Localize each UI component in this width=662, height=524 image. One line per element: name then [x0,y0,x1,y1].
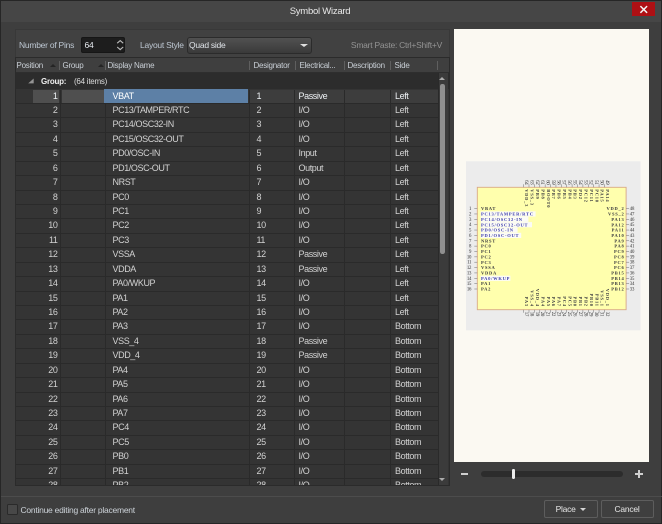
svg-text:VSS_1: VSS_1 [600,290,605,307]
svg-text:PB8: PB8 [540,189,545,199]
svg-text:PC0: PC0 [481,243,492,248]
svg-text:VDDA: VDDA [481,270,497,275]
svg-text:PA3: PA3 [524,296,529,306]
svg-text:PA8: PA8 [614,243,624,248]
svg-text:PC12: PC12 [583,189,588,203]
svg-text:PC13/TAMPER/RTC: PC13/TAMPER/RTC [481,211,534,216]
svg-text:PC7: PC7 [614,259,625,264]
svg-text:PA11: PA11 [612,227,625,232]
svg-text:VSS_2: VSS_2 [608,211,625,216]
svg-text:PB4: PB4 [567,189,572,199]
svg-text:PC2: PC2 [481,254,492,259]
svg-text:PC8: PC8 [614,254,625,259]
svg-text:PB12: PB12 [611,286,624,291]
svg-text:PB15: PB15 [611,270,624,275]
svg-text:VDD_1: VDD_1 [605,288,610,306]
svg-text:VSS_4: VSS_4 [530,290,535,307]
svg-text:PC1: PC1 [481,249,492,254]
svg-text:PB6: PB6 [557,189,562,199]
svg-text:PB10: PB10 [589,293,594,306]
svg-text:PB13: PB13 [611,281,624,286]
svg-text:PC4: PC4 [562,296,567,307]
svg-text:PB2: PB2 [583,296,588,306]
svg-text:PD0/OSC-IN: PD0/OSC-IN [481,227,514,232]
svg-text:PC11: PC11 [589,189,594,202]
svg-text:PB0: PB0 [573,296,578,306]
svg-text:PD2: PD2 [578,189,583,200]
svg-text:PA15: PA15 [600,189,605,202]
svg-text:VSSA: VSSA [481,265,496,270]
svg-text:NRST: NRST [481,238,496,243]
svg-text:VBAT: VBAT [481,206,496,211]
svg-text:VSS_3: VSS_3 [530,189,535,206]
svg-text:PB14: PB14 [611,276,624,281]
svg-text:PB5: PB5 [562,189,567,199]
svg-text:PB9: PB9 [535,189,540,199]
svg-text:PA14: PA14 [605,189,610,202]
svg-text:PB11: PB11 [594,293,599,306]
svg-text:BOOT0: BOOT0 [546,189,551,208]
svg-text:PA2: PA2 [481,286,491,291]
svg-text:PC6: PC6 [614,265,625,270]
svg-text:PA0/WKUP: PA0/WKUP [481,276,510,281]
svg-text:PC9: PC9 [614,249,625,254]
svg-text:PB7: PB7 [551,189,556,199]
svg-text:PC15/OSC32-OUT: PC15/OSC32-OUT [481,222,528,227]
svg-text:PA6: PA6 [551,296,556,306]
svg-text:PC10: PC10 [594,189,599,203]
svg-text:PB1: PB1 [578,296,583,306]
svg-text:PA13: PA13 [611,217,624,222]
svg-text:VDD_4: VDD_4 [535,288,540,306]
svg-text:VDD_2: VDD_2 [607,206,625,211]
svg-text:PD1/OSC-OUT: PD1/OSC-OUT [481,233,519,238]
svg-text:PC14/OSC32-IN: PC14/OSC32-IN [481,217,523,222]
svg-text:PA1: PA1 [481,281,491,286]
svg-text:PC3: PC3 [481,259,492,264]
svg-text:PA4: PA4 [540,296,545,306]
svg-text:PC5: PC5 [567,296,572,307]
svg-text:PA5: PA5 [546,296,551,306]
svg-text:VDD_3: VDD_3 [524,189,529,207]
svg-text:PA7: PA7 [557,296,562,306]
svg-text:PA12: PA12 [611,222,624,227]
svg-text:PA9: PA9 [614,238,624,243]
svg-text:PB3: PB3 [573,189,578,199]
svg-text:PA10: PA10 [611,233,624,238]
